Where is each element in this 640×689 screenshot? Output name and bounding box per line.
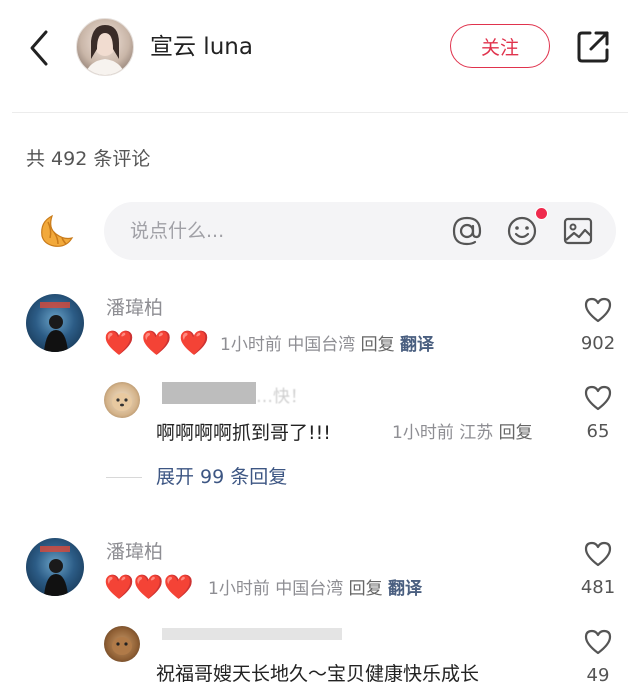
heart-outline-icon [584,385,612,411]
translate-button[interactable]: 翻译 [400,335,434,355]
follow-button[interactable]: 关注 [450,24,550,68]
emoji-icon[interactable] [505,214,539,248]
like-count: 65 [586,421,610,442]
like-count: 49 [586,665,610,686]
comment-count: 共 492 条评论 [26,148,151,170]
comment-input-placeholder: 说点什么... [130,220,225,242]
comment-time: 1小时前 [220,335,282,355]
commenter-avatar[interactable] [26,538,84,596]
croissant-avatar-icon [36,210,76,250]
page-title: 宣云 luna [150,34,253,60]
back-button[interactable] [24,28,54,68]
dog-avatar-icon [112,393,132,411]
like-button[interactable] [583,628,613,656]
reply-button[interactable]: 回复 [361,335,395,355]
redacted-username [162,382,256,404]
translate-button[interactable]: 翻译 [388,579,422,599]
heart-outline-icon [584,629,612,655]
comment-text: ❤️ ❤️ ❤️ [104,329,209,357]
reply-location: 江苏 [459,423,494,443]
expand-replies-button[interactable]: 展开 99 条回复 [156,463,287,491]
commenter-avatar[interactable] [26,294,84,352]
commenter-name[interactable]: 潘瑋柏 [106,294,163,322]
share-icon [577,31,609,63]
image-icon[interactable] [561,214,595,248]
comment-meta: 1小时前 中国台湾 回复 翻译 [208,575,422,603]
comment-location: 中国台湾 [287,335,356,355]
author-avatar[interactable] [76,18,134,76]
reply-time: 1小时前 [392,423,454,443]
comment-location: 中国台湾 [275,579,344,599]
like-button[interactable] [583,384,613,412]
reply-avatar[interactable] [104,626,140,662]
like-button[interactable] [583,540,613,568]
chevron-left-icon [30,30,48,66]
like-button[interactable] [583,296,613,324]
reply-meta: 1小时前 江苏 回复 [392,419,533,447]
heart-outline-icon [584,297,612,323]
avatar-portrait-icon [85,25,125,75]
reply-name-partial: …快！ [256,387,307,407]
concert-avatar-icon [40,546,70,596]
pet-avatar-icon [112,637,132,655]
comment-time: 1小时前 [208,579,270,599]
like-count: 902 [580,333,616,354]
reply-text: 啊啊啊啊抓到哥了!!! [156,422,331,444]
notification-dot [535,207,548,220]
comment-text: ❤️❤️❤️ [104,573,194,601]
reply-text: 祝福哥嫂天长地久～宝贝健康快乐成长 [156,663,480,685]
reply-button[interactable]: 回复 [499,423,533,443]
redacted-username [162,628,342,640]
commenter-name[interactable]: 潘瑋柏 [106,538,163,566]
share-button[interactable] [574,28,612,66]
heart-outline-icon [584,541,612,567]
comment-meta: 1小时前 中国台湾 回复 翻译 [220,331,434,359]
expand-divider [106,477,142,478]
mention-icon[interactable] [450,214,484,248]
reply-button[interactable]: 回复 [349,579,383,599]
like-count: 481 [580,577,616,598]
reply-avatar[interactable] [104,382,140,418]
header-divider [12,112,628,113]
concert-avatar-icon [40,302,70,352]
